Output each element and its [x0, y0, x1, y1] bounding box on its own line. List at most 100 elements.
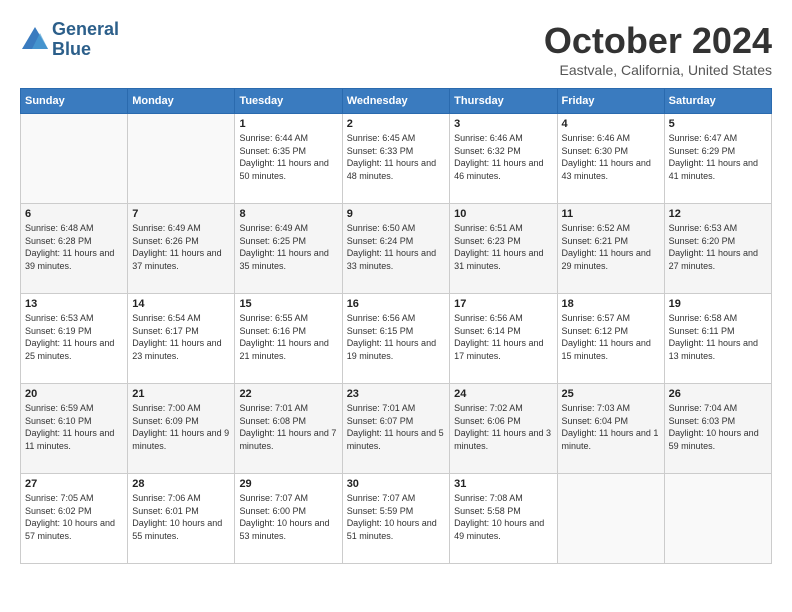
calendar-week: 20 Sunrise: 6:59 AM Sunset: 6:10 PM Dayli…	[21, 384, 772, 474]
day-number: 1	[239, 118, 337, 130]
day-info: Sunrise: 6:46 AM Sunset: 6:30 PM Dayligh…	[562, 132, 660, 182]
day-info: Sunrise: 6:53 AM Sunset: 6:19 PM Dayligh…	[25, 312, 123, 362]
calendar-cell: 3Sunrise: 6:46 AM Sunset: 6:32 PM Daylig…	[450, 114, 557, 204]
day-info: Sunrise: 7:08 AM Sunset: 5:58 PM Dayligh…	[454, 492, 552, 542]
day-info: Sunrise: 7:02 AM Sunset: 6:06 PM Dayligh…	[454, 402, 552, 452]
calendar-cell: 2 Sunrise: 6:45 AM Sunset: 6:33 PM Daylig…	[342, 114, 449, 204]
calendar-cell	[664, 474, 771, 564]
day-number: 12	[669, 208, 767, 220]
day-info: Sunrise: 6:49 AM Sunset: 6:25 PM Dayligh…	[239, 222, 337, 272]
day-number: 31	[454, 478, 552, 490]
day-info: Sunrise: 6:51 AM Sunset: 6:23 PM Dayligh…	[454, 222, 552, 272]
calendar-cell: 25Sunrise: 7:03 AM Sunset: 6:04 PM Dayli…	[557, 384, 664, 474]
calendar-cell: 31 Sunrise: 7:08 AM Sunset: 5:58 PM Dayli…	[450, 474, 557, 564]
day-info: Sunrise: 6:53 AM Sunset: 6:20 PM Dayligh…	[669, 222, 767, 272]
calendar-cell: 24 Sunrise: 7:02 AM Sunset: 6:06 PM Dayli…	[450, 384, 557, 474]
calendar-cell	[21, 114, 128, 204]
calendar-cell: 18 Sunrise: 6:57 AM Sunset: 6:12 PM Dayli…	[557, 294, 664, 384]
weekday-header: Sunday	[21, 89, 128, 114]
day-number: 23	[347, 388, 445, 400]
day-info: Sunrise: 6:58 AM Sunset: 6:11 PM Dayligh…	[669, 312, 767, 362]
calendar-table: SundayMondayTuesdayWednesdayThursdayFrid…	[20, 88, 772, 564]
day-number: 29	[239, 478, 337, 490]
day-number: 30	[347, 478, 445, 490]
day-number: 13	[25, 298, 123, 310]
calendar-cell: 21Sunrise: 7:00 AM Sunset: 6:09 PM Dayli…	[128, 384, 235, 474]
day-info: Sunrise: 7:07 AM Sunset: 5:59 PM Dayligh…	[347, 492, 445, 542]
day-info: Sunrise: 6:47 AM Sunset: 6:29 PM Dayligh…	[669, 132, 767, 182]
calendar-cell: 19Sunrise: 6:58 AM Sunset: 6:11 PM Dayli…	[664, 294, 771, 384]
calendar-cell: 9Sunrise: 6:50 AM Sunset: 6:24 PM Daylig…	[342, 204, 449, 294]
day-info: Sunrise: 6:52 AM Sunset: 6:21 PM Dayligh…	[562, 222, 660, 272]
day-info: Sunrise: 6:49 AM Sunset: 6:26 PM Dayligh…	[132, 222, 230, 272]
day-number: 4	[562, 118, 660, 130]
day-number: 28	[132, 478, 230, 490]
calendar-cell: 16 Sunrise: 6:56 AM Sunset: 6:15 PM Dayli…	[342, 294, 449, 384]
calendar-cell: 5 Sunrise: 6:47 AM Sunset: 6:29 PM Daylig…	[664, 114, 771, 204]
weekday-header: Monday	[128, 89, 235, 114]
calendar-cell: 10 Sunrise: 6:51 AM Sunset: 6:23 PM Dayli…	[450, 204, 557, 294]
day-info: Sunrise: 6:50 AM Sunset: 6:24 PM Dayligh…	[347, 222, 445, 272]
calendar-cell: 22 Sunrise: 7:01 AM Sunset: 6:08 PM Dayli…	[235, 384, 342, 474]
day-info: Sunrise: 6:55 AM Sunset: 6:16 PM Dayligh…	[239, 312, 337, 362]
day-info: Sunrise: 6:46 AM Sunset: 6:32 PM Dayligh…	[454, 132, 552, 182]
calendar-cell: 14 Sunrise: 6:54 AM Sunset: 6:17 PM Dayli…	[128, 294, 235, 384]
calendar-cell: 15 Sunrise: 6:55 AM Sunset: 6:16 PM Dayli…	[235, 294, 342, 384]
day-number: 16	[347, 298, 445, 310]
day-number: 24	[454, 388, 552, 400]
day-info: Sunrise: 7:04 AM Sunset: 6:03 PM Dayligh…	[669, 402, 767, 452]
calendar-cell: 30 Sunrise: 7:07 AM Sunset: 5:59 PM Dayli…	[342, 474, 449, 564]
calendar-cell: 6Sunrise: 6:48 AM Sunset: 6:28 PM Daylig…	[21, 204, 128, 294]
calendar-cell: 11 Sunrise: 6:52 AM Sunset: 6:21 PM Dayli…	[557, 204, 664, 294]
logo-icon	[20, 25, 50, 55]
day-number: 17	[454, 298, 552, 310]
logo-text: General Blue	[52, 20, 119, 60]
day-number: 14	[132, 298, 230, 310]
day-info: Sunrise: 6:44 AM Sunset: 6:35 PM Dayligh…	[239, 132, 337, 182]
day-number: 20	[25, 388, 123, 400]
day-info: Sunrise: 7:03 AM Sunset: 6:04 PM Dayligh…	[562, 402, 660, 452]
day-info: Sunrise: 6:57 AM Sunset: 6:12 PM Dayligh…	[562, 312, 660, 362]
calendar-cell: 23 Sunrise: 7:01 AM Sunset: 6:07 PM Dayli…	[342, 384, 449, 474]
day-number: 2	[347, 118, 445, 130]
weekday-header: Saturday	[664, 89, 771, 114]
day-info: Sunrise: 7:07 AM Sunset: 6:00 PM Dayligh…	[239, 492, 337, 542]
day-number: 18	[562, 298, 660, 310]
weekday-header: Wednesday	[342, 89, 449, 114]
calendar-cell: 20 Sunrise: 6:59 AM Sunset: 6:10 PM Dayli…	[21, 384, 128, 474]
calendar-cell: 4 Sunrise: 6:46 AM Sunset: 6:30 PM Daylig…	[557, 114, 664, 204]
day-number: 21	[132, 388, 230, 400]
day-info: Sunrise: 7:01 AM Sunset: 6:08 PM Dayligh…	[239, 402, 337, 452]
day-number: 11	[562, 208, 660, 220]
calendar-cell: 1 Sunrise: 6:44 AM Sunset: 6:35 PM Daylig…	[235, 114, 342, 204]
day-number: 26	[669, 388, 767, 400]
day-info: Sunrise: 7:06 AM Sunset: 6:01 PM Dayligh…	[132, 492, 230, 542]
calendar-week: 6Sunrise: 6:48 AM Sunset: 6:28 PM Daylig…	[21, 204, 772, 294]
day-info: Sunrise: 6:56 AM Sunset: 6:14 PM Dayligh…	[454, 312, 552, 362]
calendar-cell	[557, 474, 664, 564]
day-number: 5	[669, 118, 767, 130]
calendar-cell: 7 Sunrise: 6:49 AM Sunset: 6:26 PM Daylig…	[128, 204, 235, 294]
day-number: 27	[25, 478, 123, 490]
day-number: 15	[239, 298, 337, 310]
calendar-cell: 29 Sunrise: 7:07 AM Sunset: 6:00 PM Dayli…	[235, 474, 342, 564]
month-title: October 2024	[544, 20, 772, 62]
day-info: Sunrise: 6:54 AM Sunset: 6:17 PM Dayligh…	[132, 312, 230, 362]
day-number: 22	[239, 388, 337, 400]
day-number: 10	[454, 208, 552, 220]
calendar-cell: 8 Sunrise: 6:49 AM Sunset: 6:25 PM Daylig…	[235, 204, 342, 294]
calendar-week: 27Sunrise: 7:05 AM Sunset: 6:02 PM Dayli…	[21, 474, 772, 564]
day-info: Sunrise: 6:59 AM Sunset: 6:10 PM Dayligh…	[25, 402, 123, 452]
calendar-cell: 13 Sunrise: 6:53 AM Sunset: 6:19 PM Dayli…	[21, 294, 128, 384]
calendar-week: 1 Sunrise: 6:44 AM Sunset: 6:35 PM Daylig…	[21, 114, 772, 204]
day-number: 8	[239, 208, 337, 220]
day-info: Sunrise: 6:56 AM Sunset: 6:15 PM Dayligh…	[347, 312, 445, 362]
logo: General Blue	[20, 20, 119, 60]
calendar-header: SundayMondayTuesdayWednesdayThursdayFrid…	[21, 89, 772, 114]
day-number: 6	[25, 208, 123, 220]
day-info: Sunrise: 7:01 AM Sunset: 6:07 PM Dayligh…	[347, 402, 445, 452]
day-number: 7	[132, 208, 230, 220]
calendar-cell: 26 Sunrise: 7:04 AM Sunset: 6:03 PM Dayli…	[664, 384, 771, 474]
day-info: Sunrise: 6:45 AM Sunset: 6:33 PM Dayligh…	[347, 132, 445, 182]
weekday-header: Tuesday	[235, 89, 342, 114]
